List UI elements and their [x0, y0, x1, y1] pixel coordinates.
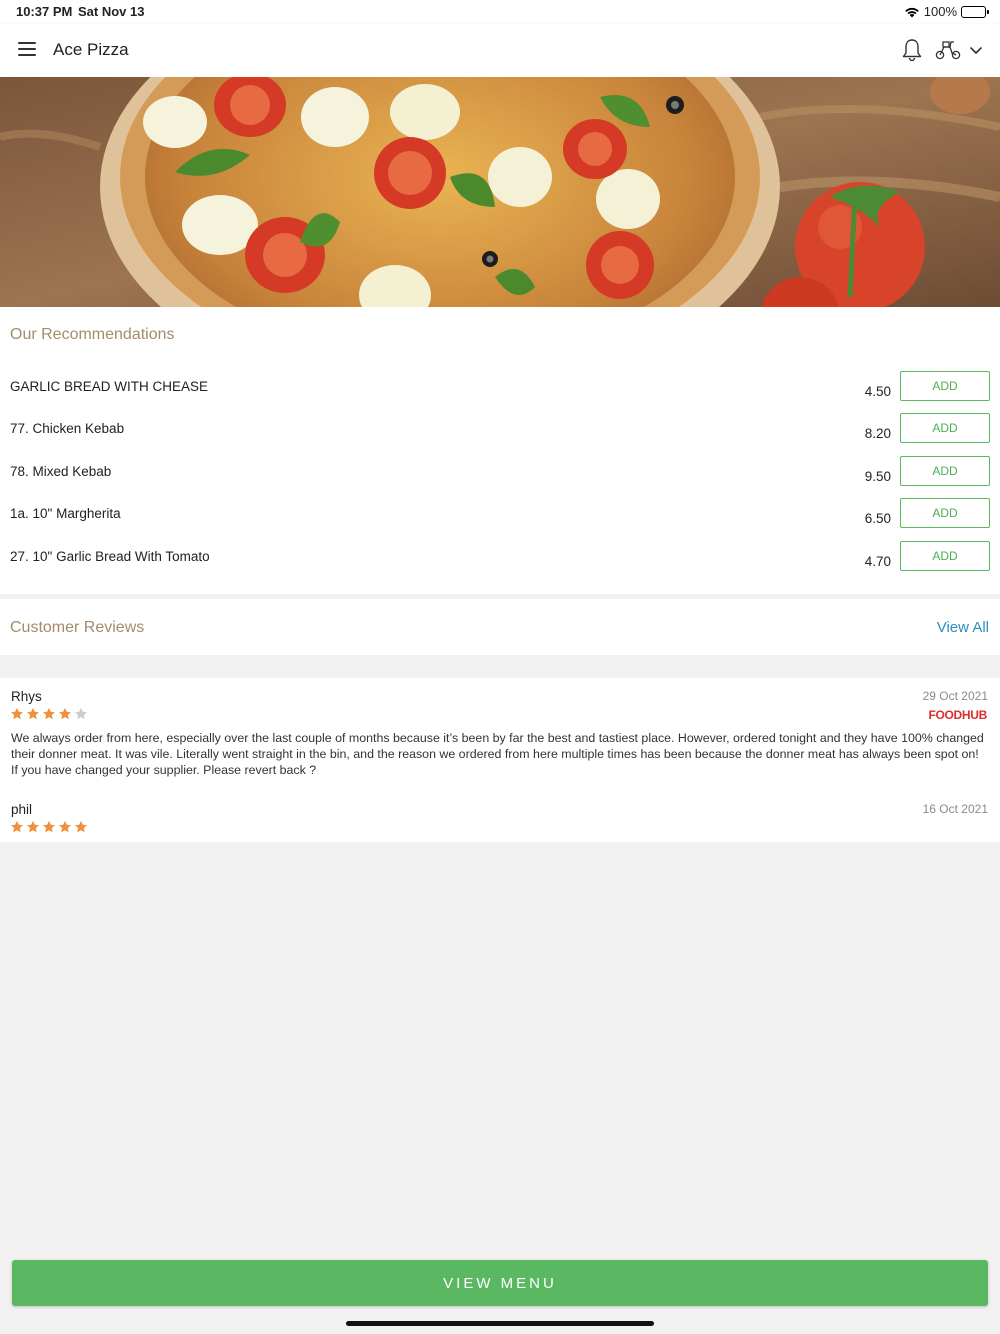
star-filled-icon [10, 707, 24, 720]
star-filled-icon [42, 707, 56, 720]
star-filled-icon [26, 820, 40, 833]
item-price: 4.70 [864, 554, 891, 569]
status-time: 10:37 PM [16, 4, 73, 19]
item-price: 4.50 [864, 384, 891, 399]
menu-icon[interactable] [18, 42, 36, 56]
scooter-icon[interactable] [935, 39, 961, 66]
recommendations-title: Our Recommendations [10, 326, 175, 343]
reviewer-name: phil [11, 802, 33, 817]
recommendation-item: 78. Mixed Kebab 9.50 ADD [0, 456, 1000, 504]
recommendation-item: 27. 10" Garlic Bread With Tomato 4.70 AD… [0, 541, 1000, 589]
bell-icon[interactable] [901, 38, 923, 67]
star-filled-icon [42, 820, 56, 833]
star-rating [10, 707, 88, 721]
add-button[interactable]: ADD [900, 371, 990, 401]
item-price: 6.50 [864, 511, 891, 526]
battery-percent: 100% [923, 4, 957, 19]
app-title: Ace Pizza [53, 40, 129, 59]
item-name: 77. Chicken Kebab [10, 421, 125, 436]
item-name: 78. Mixed Kebab [10, 464, 112, 479]
battery-icon [961, 5, 989, 18]
status-indicators: 100% [904, 4, 989, 19]
reviews-header: Customer Reviews View All [0, 599, 1000, 655]
item-name: 27. 10" Garlic Bread With Tomato [10, 549, 210, 564]
reviews-title: Customer Reviews [10, 619, 145, 636]
home-indicator [346, 1321, 654, 1326]
item-price: 8.20 [864, 426, 891, 441]
status-date: Sat Nov 13 [78, 4, 145, 19]
star-empty-icon [74, 707, 88, 720]
star-filled-icon [58, 820, 72, 833]
star-rating [10, 820, 88, 834]
hero-pizza-image [0, 77, 1000, 307]
add-button[interactable]: ADD [900, 541, 990, 571]
chevron-down-icon[interactable] [969, 43, 983, 61]
reviews-list: Rhys 29 Oct 2021 FOODHUB We always order… [0, 678, 1000, 842]
view-all-link[interactable]: View All [937, 619, 989, 636]
add-button[interactable]: ADD [900, 456, 990, 486]
recommendation-item: 1a. 10" Margherita 6.50 ADD [0, 498, 1000, 546]
review-date: 29 Oct 2021 [922, 689, 988, 703]
star-filled-icon [58, 707, 72, 720]
star-filled-icon [74, 820, 88, 833]
item-name: GARLIC BREAD WITH CHEASE [10, 379, 209, 394]
star-filled-icon [10, 820, 24, 833]
foodhub-logo: FOODHUB [928, 708, 987, 722]
status-bar: 10:37 PM Sat Nov 13 100% [0, 0, 1000, 24]
add-button[interactable]: ADD [900, 498, 990, 528]
recommendations-section: Our Recommendations GARLIC BREAD WITH CH… [0, 307, 1000, 594]
add-button[interactable]: ADD [900, 413, 990, 443]
app-header: Ace Pizza [0, 24, 1000, 77]
review-text: We always order from here, especially ov… [11, 731, 984, 777]
view-menu-button[interactable]: VIEW MENU [12, 1260, 988, 1306]
recommendation-item: 77. Chicken Kebab 8.20 ADD [0, 413, 1000, 461]
item-price: 9.50 [864, 469, 891, 484]
wifi-icon [904, 6, 920, 18]
recommendation-item: GARLIC BREAD WITH CHEASE 4.50 ADD [0, 371, 1000, 419]
reviewer-name: Rhys [11, 689, 42, 704]
item-name: 1a. 10" Margherita [10, 506, 121, 521]
star-filled-icon [26, 707, 40, 720]
review-date: 16 Oct 2021 [922, 802, 988, 816]
